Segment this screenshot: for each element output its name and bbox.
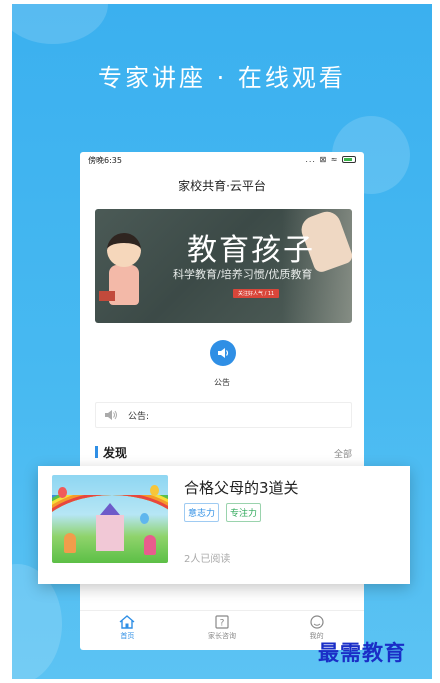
svg-text:?: ? — [220, 619, 225, 629]
promo-headline: 专家讲座 · 在线观看 — [98, 64, 346, 92]
banner[interactable]: 教育孩子 科学教育/培养习惯/优质教育 关注好人气 / 11 — [95, 209, 352, 323]
battery-icon — [342, 156, 356, 163]
announcement-bar[interactable]: 公告: — [95, 402, 352, 428]
announcement-prefix: 公告: — [128, 411, 150, 422]
status-icons: ... ⊠ ≈ — [305, 155, 356, 164]
section-marker — [95, 446, 98, 458]
books-illustration — [99, 291, 115, 301]
tab-label: 家长咨询 — [208, 632, 236, 640]
article-card[interactable]: 合格父母的3道关 意志力 专注力 2人已阅读 — [38, 466, 410, 584]
speaker-icon — [218, 348, 229, 358]
castle-illustration — [96, 503, 124, 551]
read-count: 2人已阅读 — [184, 554, 231, 565]
app-title: 家校共育·云平台 — [178, 179, 266, 193]
child-head-illustration — [107, 233, 141, 267]
section-title: 发现 — [103, 446, 128, 460]
question-icon: ? — [215, 615, 229, 629]
tab-label: 首页 — [120, 632, 135, 640]
tab-home[interactable]: 首页 — [80, 611, 175, 650]
watermark: 最需教育 — [318, 640, 406, 665]
notice-button[interactable] — [210, 340, 236, 366]
home-icon — [119, 615, 135, 629]
decor-circle — [12, 4, 108, 44]
status-time: 傍晚6:35 — [88, 156, 122, 165]
article-tag[interactable]: 意志力 — [184, 503, 220, 522]
notice-label: 公告 — [214, 378, 230, 387]
banner-tag: 关注好人气 / 11 — [233, 289, 280, 298]
article-title: 合格父母的3道关 — [184, 479, 299, 497]
status-signal-icons: ... ⊠ ≈ — [305, 155, 339, 164]
speaker-icon — [105, 410, 117, 420]
tab-consult[interactable]: ? 家长咨询 — [175, 611, 270, 650]
view-all-link[interactable]: 全部 — [334, 447, 352, 460]
article-thumbnail — [52, 475, 168, 563]
banner-subtitle: 科学教育/培养习惯/优质教育 — [173, 268, 313, 281]
banner-title: 教育孩子 — [187, 233, 315, 268]
status-bar: 傍晚6:35 ... ⊠ ≈ — [80, 152, 364, 168]
user-icon — [310, 615, 324, 629]
article-tag[interactable]: 专注力 — [226, 503, 262, 522]
